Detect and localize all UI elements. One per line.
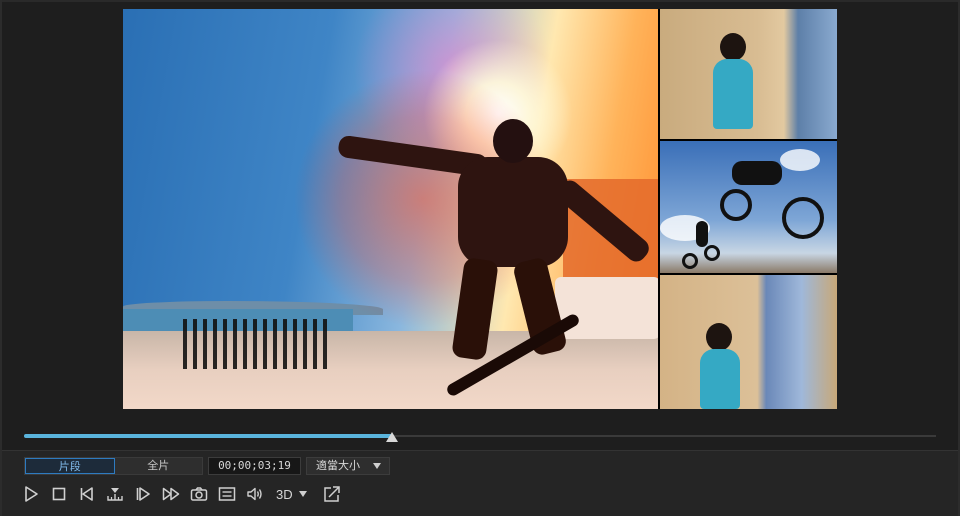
split-button[interactable] bbox=[104, 483, 126, 505]
scrubber-progress bbox=[24, 434, 392, 438]
3d-mode-button[interactable]: 3D bbox=[272, 483, 311, 505]
bike-wheel bbox=[720, 189, 752, 221]
previous-frame-icon bbox=[80, 487, 93, 501]
zoom-dropdown[interactable]: 適當大小 bbox=[306, 457, 390, 475]
next-frame-button[interactable] bbox=[132, 483, 154, 505]
stop-icon bbox=[52, 487, 66, 501]
timecode-display[interactable]: 00;00;03;19 bbox=[208, 457, 301, 475]
play-button[interactable] bbox=[20, 483, 42, 505]
tab-movie[interactable]: 全片 bbox=[115, 458, 203, 474]
clip-girl-beach-huts-1 bbox=[660, 9, 837, 139]
stop-button[interactable] bbox=[48, 483, 70, 505]
main-clip-skateboarder bbox=[123, 9, 658, 409]
video-preview-panel: 片段 全片 00;00;03;19 適當大小 3D bbox=[0, 0, 960, 516]
left-border bbox=[0, 0, 2, 516]
snapshot-button[interactable] bbox=[188, 483, 210, 505]
previous-frame-button[interactable] bbox=[76, 483, 98, 505]
undock-window-button[interactable] bbox=[321, 483, 343, 505]
volume-button[interactable] bbox=[244, 483, 266, 505]
bike-wheel bbox=[704, 245, 720, 261]
skater-torso bbox=[458, 157, 568, 267]
play-icon bbox=[25, 486, 38, 502]
clip-girl-beach-huts-2 bbox=[660, 275, 837, 409]
tab-clip[interactable]: 片段 bbox=[25, 458, 115, 474]
cloud bbox=[780, 149, 820, 171]
girl-body bbox=[713, 59, 753, 129]
bmx-rider-small bbox=[696, 221, 708, 247]
bmx-rider-large bbox=[732, 161, 782, 185]
skater-silhouette bbox=[337, 119, 653, 399]
girl-head bbox=[706, 323, 732, 351]
undock-window-icon bbox=[323, 486, 340, 502]
volume-icon bbox=[247, 487, 262, 501]
top-border bbox=[0, 0, 960, 2]
benches bbox=[183, 319, 333, 369]
playback-toolbar: 3D bbox=[20, 483, 349, 505]
playhead-handle[interactable] bbox=[386, 432, 398, 442]
clip-bmx-riders bbox=[660, 141, 837, 273]
chevron-down-icon bbox=[298, 491, 307, 497]
zoom-dropdown-value: 適當大小 bbox=[316, 459, 360, 472]
chevron-down-icon bbox=[373, 463, 381, 469]
split-icon bbox=[107, 488, 123, 501]
playback-scrubber[interactable] bbox=[24, 430, 936, 446]
bike-wheel bbox=[682, 253, 698, 269]
next-frame-icon bbox=[136, 487, 150, 501]
skater-arm-right bbox=[553, 176, 653, 266]
girl-head bbox=[720, 33, 746, 61]
skater-leg-left bbox=[451, 257, 499, 361]
fast-forward-icon bbox=[162, 487, 180, 501]
camera-icon bbox=[190, 487, 208, 501]
bike-wheel bbox=[782, 197, 824, 239]
subtitles-icon bbox=[218, 487, 236, 501]
3d-mode-label: 3D bbox=[276, 486, 293, 502]
girl-body bbox=[700, 349, 740, 409]
subtitles-button[interactable] bbox=[216, 483, 238, 505]
fast-forward-button[interactable] bbox=[160, 483, 182, 505]
clip-movie-toggle[interactable]: 片段 全片 bbox=[24, 457, 203, 475]
skater-head bbox=[493, 119, 533, 163]
preview-canvas[interactable] bbox=[123, 9, 837, 409]
